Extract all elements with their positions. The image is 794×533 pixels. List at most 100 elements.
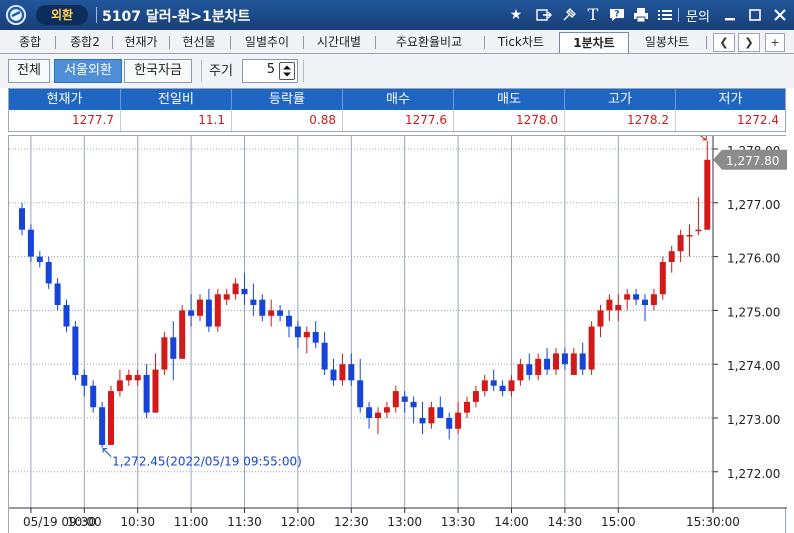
tab-daily-chart[interactable]: 일봉차트 xyxy=(634,32,700,53)
candle-body[interactable] xyxy=(499,385,506,392)
candle-body[interactable] xyxy=(428,407,435,424)
chart-canvas[interactable]: 1,278.001,277.001,276.001,275.001,274.00… xyxy=(9,136,787,533)
inquiry-button[interactable]: 문의 xyxy=(686,6,710,25)
candle-body[interactable] xyxy=(446,418,453,429)
print-icon[interactable] xyxy=(632,6,650,24)
market-korea-money-button[interactable]: 한국자금 xyxy=(124,59,192,83)
candle-body[interactable] xyxy=(392,391,399,408)
candle-body[interactable] xyxy=(677,235,684,252)
candle-body[interactable] xyxy=(472,391,479,402)
candle-body[interactable] xyxy=(36,256,43,262)
candle-body[interactable] xyxy=(401,396,408,402)
candle-body[interactable] xyxy=(357,380,364,408)
tab-by-time[interactable]: 시간대별 xyxy=(308,32,370,53)
list-icon[interactable] xyxy=(656,6,674,24)
candle-body[interactable] xyxy=(650,294,657,306)
candle-body[interactable] xyxy=(152,369,159,413)
export-icon[interactable] xyxy=(535,6,553,24)
pin-icon[interactable] xyxy=(560,6,578,24)
maximize-icon[interactable] xyxy=(746,5,764,25)
candle-body[interactable] xyxy=(704,159,711,230)
candle-body[interactable] xyxy=(339,364,346,381)
candle-body[interactable] xyxy=(553,353,559,370)
candle-body[interactable] xyxy=(188,310,195,316)
candle-body[interactable] xyxy=(419,418,426,424)
candle-body[interactable] xyxy=(464,401,470,413)
candle-body[interactable] xyxy=(72,326,79,375)
candle-body[interactable] xyxy=(161,337,168,370)
candle-body[interactable] xyxy=(223,294,230,300)
candle-body[interactable] xyxy=(197,299,203,316)
candle-body[interactable] xyxy=(410,401,417,408)
candle-body[interactable] xyxy=(214,294,221,327)
star-icon[interactable]: ★ xyxy=(507,6,525,24)
candle-body[interactable] xyxy=(108,391,114,445)
candle-body[interactable] xyxy=(659,261,666,295)
candle-body[interactable] xyxy=(125,374,132,381)
tab-scroll-left-icon[interactable]: ❮ xyxy=(713,33,735,52)
tab-spot-futures[interactable]: 현선물 xyxy=(174,32,224,53)
candle-body[interactable] xyxy=(437,407,444,418)
candle-body[interactable] xyxy=(579,353,586,370)
candle-body[interactable] xyxy=(561,353,568,365)
candle-body[interactable] xyxy=(294,326,301,338)
candle-body[interactable] xyxy=(588,326,595,370)
help-icon[interactable]: ? xyxy=(608,6,626,24)
candle-body[interactable] xyxy=(455,412,462,429)
candle-body[interactable] xyxy=(205,299,212,327)
add-tab-icon[interactable]: + xyxy=(765,33,785,52)
candle-body[interactable] xyxy=(90,385,97,408)
candle-body[interactable] xyxy=(633,294,640,300)
candle-body[interactable] xyxy=(99,407,106,445)
market-seoul-fx-button[interactable]: 서울외환 xyxy=(54,59,122,83)
market-all-button[interactable]: 전체 xyxy=(8,59,50,83)
text-icon[interactable]: T xyxy=(584,6,602,24)
candle-body[interactable] xyxy=(535,358,542,375)
candle-body[interactable] xyxy=(642,299,648,306)
candle-body[interactable] xyxy=(544,358,551,370)
candle-body[interactable] xyxy=(241,288,248,295)
candle-body[interactable] xyxy=(286,315,292,327)
candle-body[interactable] xyxy=(54,283,61,306)
period-input[interactable]: 5 xyxy=(242,59,298,83)
candlestick-chart[interactable]: 1,278.001,277.001,276.001,275.001,274.00… xyxy=(8,135,787,533)
tab-current-price[interactable]: 현재가 xyxy=(116,32,166,53)
candle-body[interactable] xyxy=(321,342,328,370)
candle-body[interactable] xyxy=(81,374,88,386)
candle-body[interactable] xyxy=(624,294,631,300)
candle-body[interactable] xyxy=(19,208,25,230)
tab-scroll-right-icon[interactable]: ❯ xyxy=(738,33,760,52)
tab-daily-trend[interactable]: 일별추이 xyxy=(236,32,298,53)
candle-body[interactable] xyxy=(375,412,381,418)
candle-body[interactable] xyxy=(312,331,319,343)
tab-summary[interactable]: 종합 xyxy=(10,32,50,53)
candle-body[interactable] xyxy=(179,310,186,359)
candle-body[interactable] xyxy=(508,380,515,392)
period-stepper-icon[interactable] xyxy=(279,62,295,80)
candle-body[interactable] xyxy=(570,353,577,375)
candle-body[interactable] xyxy=(277,310,284,316)
candle-body[interactable] xyxy=(134,374,141,381)
candle-body[interactable] xyxy=(143,374,150,413)
minimize-icon[interactable] xyxy=(721,5,739,25)
candle-body[interactable] xyxy=(170,337,177,359)
candle-body[interactable] xyxy=(686,235,693,237)
candle-body[interactable] xyxy=(330,369,337,381)
candle-body[interactable] xyxy=(490,380,497,386)
candle-body[interactable] xyxy=(303,331,310,338)
period-value[interactable]: 5 xyxy=(243,62,275,77)
candle-body[interactable] xyxy=(27,229,34,257)
close-icon[interactable] xyxy=(771,5,789,25)
candle-body[interactable] xyxy=(668,251,675,262)
candle-body[interactable] xyxy=(250,299,257,306)
candle-body[interactable] xyxy=(268,310,275,316)
candle-body[interactable] xyxy=(116,380,123,392)
candle-body[interactable] xyxy=(232,283,239,295)
candle-body[interactable] xyxy=(481,380,488,392)
candle-body[interactable] xyxy=(615,305,622,311)
tab-summary2[interactable]: 종합2 xyxy=(60,32,110,53)
candle-body[interactable] xyxy=(597,310,604,327)
tab-1min-chart[interactable]: 1분차트 xyxy=(559,32,629,53)
candle-body[interactable] xyxy=(517,364,524,381)
tab-major-fx-compare[interactable]: 주요환율비교 xyxy=(380,32,478,53)
